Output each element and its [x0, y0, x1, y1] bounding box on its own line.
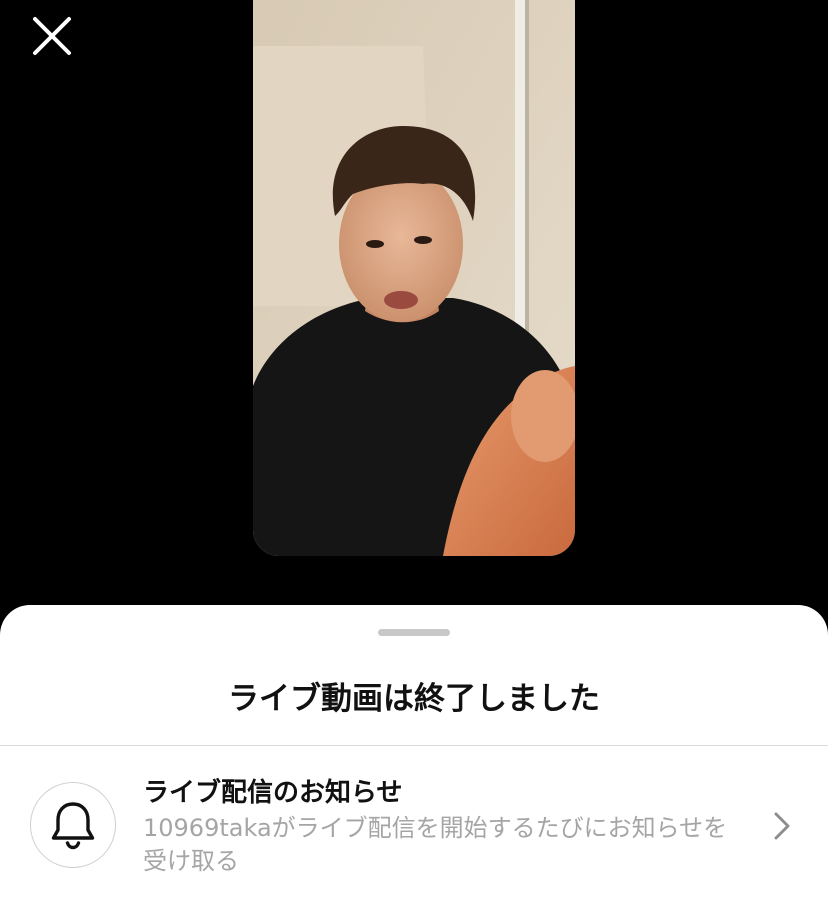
chevron-right-icon	[770, 810, 794, 842]
close-button[interactable]	[26, 10, 78, 62]
bell-icon-circle	[30, 782, 116, 868]
live-video-thumbnail	[253, 0, 575, 556]
bell-icon	[51, 802, 95, 850]
sheet-grabber[interactable]	[378, 629, 450, 636]
live-ended-screen: ライブ動画は終了しました ライブ配信のお知らせ 10969takaがライブ配信を…	[0, 0, 828, 900]
live-notification-row[interactable]: ライブ配信のお知らせ 10969takaがライブ配信を開始するたびにお知らせを受…	[0, 746, 828, 900]
notification-title: ライブ配信のお知らせ	[143, 778, 403, 808]
sheet-title: ライブ動画は終了しました	[228, 681, 600, 717]
video-still-image	[253, 0, 575, 556]
notification-description: 10969takaがライブ配信を開始するたびにお知らせを受け取る	[143, 814, 728, 875]
bottom-sheet: ライブ動画は終了しました ライブ配信のお知らせ 10969takaがライブ配信を…	[0, 605, 828, 900]
close-icon	[33, 17, 71, 55]
